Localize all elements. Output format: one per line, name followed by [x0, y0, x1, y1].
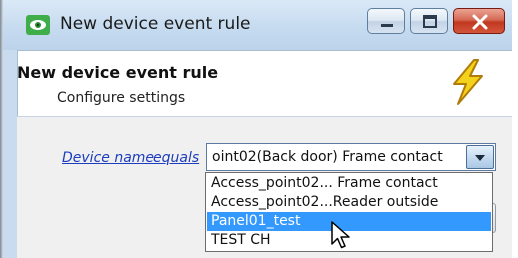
page-subtitle: Configure settings	[57, 90, 186, 106]
maximize-button[interactable]	[410, 8, 448, 34]
close-button[interactable]	[453, 8, 505, 34]
dropdown-option[interactable]: Access_point02... Frame contact	[207, 174, 491, 193]
header-panel	[17, 50, 512, 116]
window-title: New device event rule	[60, 14, 251, 34]
option-label: Access_point02...Reader outside	[211, 194, 439, 210]
minimize-icon	[381, 24, 393, 27]
lightning-bolt-icon	[453, 59, 483, 105]
title-bar[interactable]: New device event rule	[3, 0, 512, 50]
page-title: New device event rule	[17, 63, 219, 82]
maximize-icon	[423, 15, 437, 28]
dropdown-option[interactable]: Access_point02...Reader outside	[207, 193, 491, 212]
device-select-value: oint02(Back door) Frame contact	[212, 149, 443, 165]
option-label: Access_point02... Frame contact	[211, 175, 438, 191]
device-select[interactable]: oint02(Back door) Frame contact	[206, 143, 496, 171]
close-icon	[472, 14, 488, 30]
eye-app-icon	[26, 15, 50, 35]
dropdown-button[interactable]	[466, 145, 494, 169]
chevron-down-icon	[475, 155, 485, 161]
minimize-button[interactable]	[367, 8, 405, 34]
mouse-cursor-icon	[331, 221, 350, 249]
equals-link[interactable]: equals	[153, 150, 199, 166]
device-name-link[interactable]: Device name	[62, 150, 154, 166]
option-label: Panel01_test	[211, 213, 301, 229]
option-label: TEST CH	[211, 232, 271, 248]
